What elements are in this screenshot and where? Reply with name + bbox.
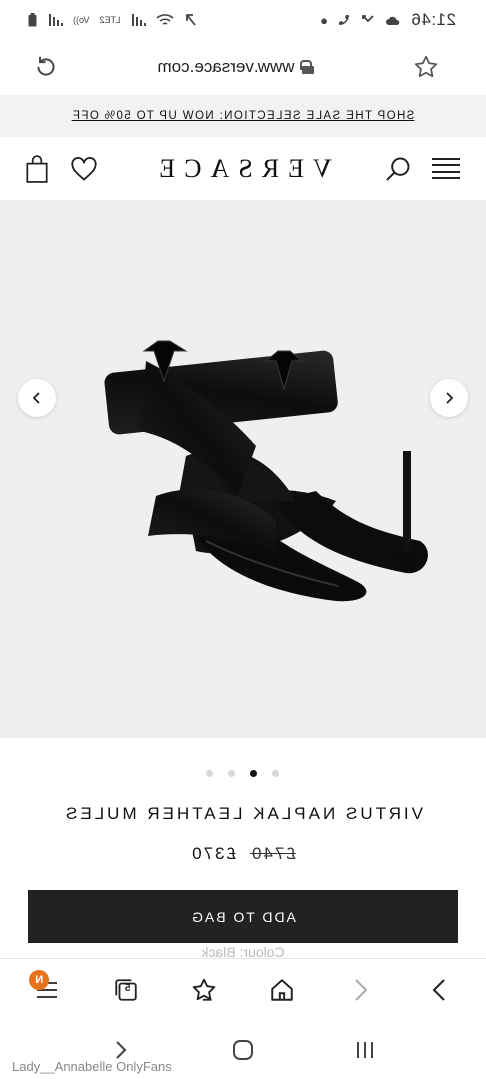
header-right-group [24, 154, 98, 183]
url-bar: www.versace.com [0, 40, 486, 94]
chevron-left-icon [446, 392, 454, 404]
carousel-dot[interactable] [206, 769, 214, 777]
shoe-illustration [104, 340, 428, 602]
price-row: £740 £370 [0, 844, 486, 864]
menu-icon[interactable] [432, 157, 460, 180]
reload-icon [37, 56, 55, 76]
network-label: LTE2 [99, 15, 121, 25]
lock-icon [303, 60, 315, 74]
bookmarks-button[interactable] [178, 964, 230, 1016]
vpn-icon [186, 14, 197, 26]
colour-label: Colour: Black [201, 944, 285, 958]
address-field[interactable]: www.versace.com [158, 57, 315, 77]
reload-button[interactable] [28, 49, 64, 85]
tabs-button[interactable]: 5 [100, 964, 152, 1016]
nav-home-icon [233, 1039, 253, 1060]
nav-recents-button[interactable] [345, 1035, 385, 1065]
browser-toolbar: 5 N [0, 958, 486, 1020]
nav-back-icon [116, 1040, 127, 1059]
header-left-group [384, 155, 460, 183]
shopping-bag-icon[interactable] [24, 154, 50, 183]
signal-icon-2 [49, 14, 63, 26]
promo-banner[interactable]: SHOP THE SALE SELECTION: NOW UP TO 50% O… [0, 95, 486, 137]
status-time: 21:46 [410, 10, 456, 29]
notification-badge: N [29, 969, 50, 990]
promo-text[interactable]: SHOP THE SALE SELECTION: NOW UP TO 50% O… [72, 110, 415, 122]
nav-home-button[interactable] [223, 1035, 263, 1065]
status-left: 21:46 ● [320, 10, 456, 30]
versace-logo[interactable]: VERSACE [150, 154, 331, 184]
bookmark-star-button[interactable] [408, 49, 444, 85]
product-title: VIRTUS NAPLAK LEATHER MULES [63, 804, 424, 823]
search-icon[interactable] [384, 155, 412, 183]
dot-indicator: ● [320, 12, 328, 28]
status-bar: 21:46 ● LTE2 Vo)) [0, 0, 486, 40]
forward-button[interactable] [413, 964, 465, 1016]
missed-call-icon [362, 15, 374, 23]
carousel-prev-button[interactable] [430, 379, 468, 417]
url-text: www.versace.com [157, 57, 295, 76]
home-button[interactable] [256, 964, 308, 1016]
product-image[interactable] [0, 201, 486, 738]
heart-icon[interactable] [70, 156, 98, 182]
original-price: £740 [250, 844, 296, 863]
volte-label: Vo)) [73, 15, 90, 25]
cloud-icon [385, 16, 400, 25]
tabs-count: 5 [124, 982, 131, 994]
carousel-dots [0, 766, 486, 780]
carousel-next-button[interactable] [18, 379, 56, 417]
recents-icon [357, 1041, 373, 1058]
site-header: VERSACE [0, 137, 486, 201]
home-icon [271, 978, 293, 1001]
back-button[interactable] [335, 964, 387, 1016]
forward-arrow-icon [432, 978, 445, 1001]
battery-icon [28, 13, 37, 27]
add-to-bag-button[interactable]: ADD TO BAG [28, 890, 458, 943]
watermark-text: Lady__Annabelle OnlyFans [12, 1059, 172, 1074]
carousel-dot[interactable] [228, 769, 236, 777]
carousel-dot[interactable] [272, 769, 280, 777]
status-right: LTE2 Vo)) [28, 13, 198, 27]
bookmarks-star-icon [192, 978, 216, 1001]
wifi-icon [156, 14, 174, 25]
mirrored-screen: 21:46 ● LTE2 Vo)) www.versace.com SHOP T… [0, 0, 486, 1079]
phone-icon [338, 14, 349, 25]
star-icon [414, 55, 438, 78]
back-arrow-icon [354, 978, 367, 1001]
sale-price: £370 [190, 844, 236, 863]
browser-menu-button[interactable]: N [21, 964, 73, 1016]
carousel-dot[interactable] [250, 769, 258, 777]
signal-icon [132, 14, 147, 26]
chevron-right-icon [32, 392, 40, 404]
